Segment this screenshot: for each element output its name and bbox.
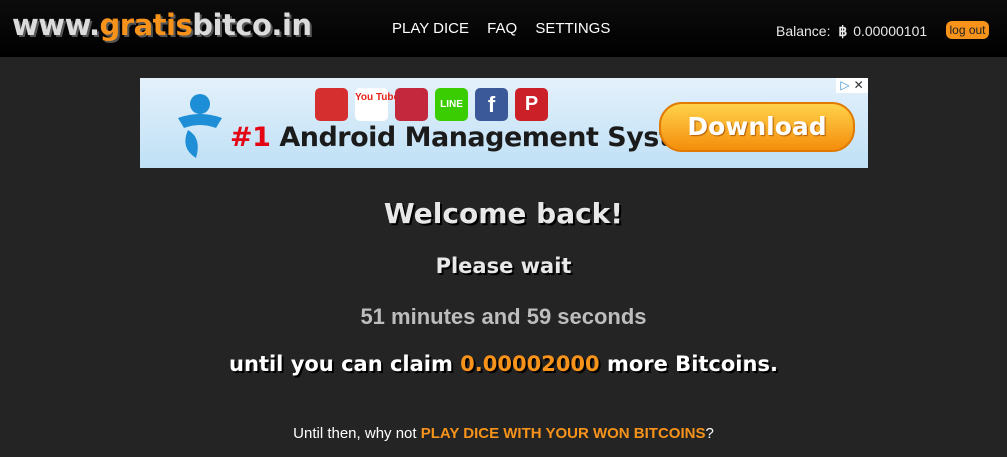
ad-headline-number: #1	[230, 122, 271, 153]
nav-faq[interactable]: FAQ	[487, 20, 517, 37]
logout-button[interactable]: log out	[946, 21, 989, 39]
play-dice-suggestion: Until then, why not PLAY DICE WITH YOUR …	[0, 425, 1007, 442]
please-wait-heading: Please wait	[435, 254, 572, 278]
until-prefix: Until then, why not	[293, 425, 421, 442]
download-button[interactable]: Download	[659, 102, 855, 152]
until-suffix: ?	[705, 425, 714, 442]
claim-suffix: more Bitcoins.	[599, 352, 778, 376]
logo-prefix: www.	[12, 8, 100, 42]
santa-app-icon	[315, 88, 348, 121]
balance-label: Balance:	[776, 23, 831, 39]
pinterest-icon: P	[515, 88, 548, 121]
ad-headline: #1 Android Management System	[230, 122, 717, 153]
logo-gratis: gratis	[99, 8, 193, 42]
mascot-icon	[178, 94, 222, 158]
ad-banner[interactable]: You Tube LINE f P #1 Android Management Sys…	[140, 78, 868, 168]
nav-play-dice[interactable]: PLAY DICE	[392, 20, 469, 37]
balance-display: Balance: ฿ 0.00000101	[776, 23, 927, 40]
logo-suffix: bitco.in	[192, 8, 312, 42]
adchoices-badge[interactable]: ▷ ✕	[836, 78, 868, 93]
adchoices-icon[interactable]: ▷	[840, 78, 849, 92]
claim-message: until you can claim 0.00002000 more Bitc…	[0, 352, 1007, 376]
facebook-icon: f	[475, 88, 508, 121]
main-nav: PLAY DICE FAQ SETTINGS	[392, 20, 624, 37]
welcome-heading: Welcome back!	[383, 197, 624, 230]
app-icons: You Tube LINE f P	[315, 88, 555, 121]
claim-prefix: until you can claim	[229, 352, 461, 376]
countdown-timer: 51 minutes and 59 seconds	[360, 304, 647, 329]
close-icon[interactable]: ✕	[854, 78, 864, 92]
line-icon: LINE	[435, 88, 468, 121]
ad-headline-text: Android Management System	[270, 122, 717, 153]
top-navbar: www.gratisbitco.in PLAY DICE FAQ SETTING…	[0, 0, 1007, 57]
play-dice-link[interactable]: PLAY DICE WITH YOUR WON BITCOINS	[421, 425, 706, 442]
balance-value: 0.00000101	[853, 23, 928, 39]
candy-crush-icon	[395, 88, 428, 121]
youtube-icon: You Tube	[355, 88, 399, 121]
nav-settings[interactable]: SETTINGS	[535, 20, 610, 37]
bitcoin-icon: ฿	[838, 23, 848, 39]
claim-amount: 0.00002000	[460, 352, 600, 376]
site-logo[interactable]: www.gratisbitco.in	[12, 8, 312, 42]
